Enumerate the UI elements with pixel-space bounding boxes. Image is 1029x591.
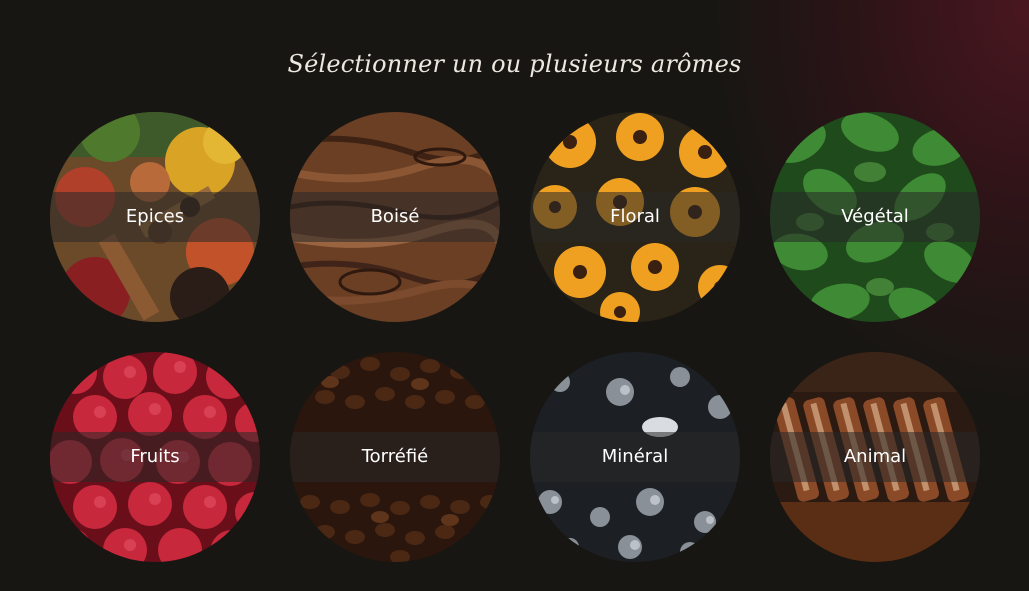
aroma-option-fruits[interactable]: Fruits: [50, 352, 260, 562]
aroma-option-torrefie[interactable]: Torréfié: [290, 352, 500, 562]
aroma-label: Torréfié: [361, 446, 429, 467]
page-title: Sélectionner un ou plusieurs arômes: [287, 50, 742, 78]
aroma-option-vegetal[interactable]: Végétal: [770, 112, 980, 322]
aroma-label: Epices: [125, 206, 185, 227]
aroma-option-animal[interactable]: Animal: [770, 352, 980, 562]
aroma-option-boise[interactable]: Boisé: [290, 112, 500, 322]
aroma-label: Minéral: [601, 446, 669, 467]
aroma-label: Animal: [843, 446, 907, 467]
aroma-option-floral[interactable]: Floral: [530, 112, 740, 322]
aroma-label: Fruits: [130, 446, 180, 467]
aroma-label: Boisé: [370, 206, 420, 227]
aroma-label: Végétal: [841, 206, 909, 227]
aroma-option-mineral[interactable]: Minéral: [530, 352, 740, 562]
aroma-label: Floral: [610, 206, 660, 227]
aroma-option-epices[interactable]: Epices: [50, 112, 260, 322]
